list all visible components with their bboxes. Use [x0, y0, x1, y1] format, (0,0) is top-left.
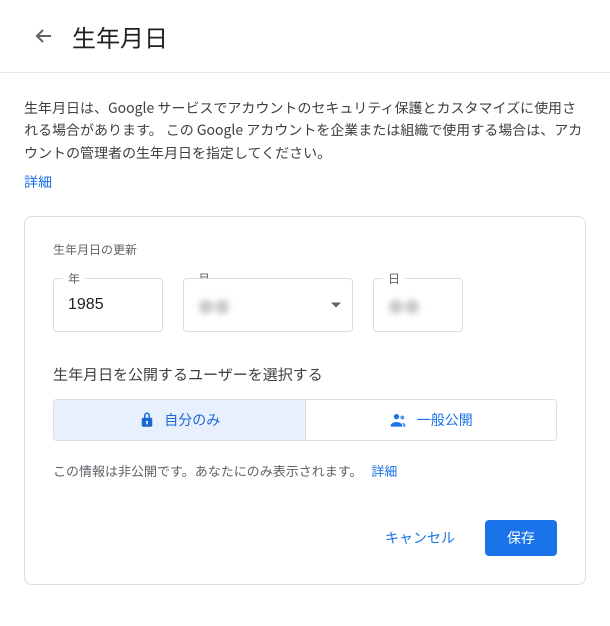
visibility-private-button[interactable]: 自分のみ — [54, 400, 305, 440]
birthday-card: 生年月日の更新 年 月 ●● 日 ●● 生年月日 — [24, 216, 586, 585]
cancel-button[interactable]: キャンセル — [363, 520, 477, 556]
date-fields-row: 年 月 ●● 日 ●● — [53, 278, 557, 332]
content: 生年月日は、Google サービスでアカウントのセキュリティ保護とカスタマイズに… — [0, 73, 610, 609]
people-icon — [389, 410, 409, 430]
description-text: 生年月日は、Google サービスでアカウントのセキュリティ保護とカスタマイズに… — [24, 97, 586, 164]
visibility-heading: 生年月日を公開するユーザーを選択する — [53, 364, 557, 385]
visibility-toggle-group: 自分のみ 一般公開 — [53, 399, 557, 441]
visibility-public-button[interactable]: 一般公開 — [305, 400, 557, 440]
action-buttons: キャンセル 保存 — [53, 520, 557, 556]
day-value-redacted: ●● — [374, 279, 462, 333]
day-input[interactable]: ●● — [373, 278, 463, 332]
save-button[interactable]: 保存 — [485, 520, 557, 556]
page-header: 生年月日 — [0, 0, 610, 73]
year-field: 年 — [53, 278, 163, 332]
day-field: 日 ●● — [373, 278, 463, 332]
visibility-private-label: 自分のみ — [164, 410, 220, 430]
month-field: 月 ●● — [183, 278, 353, 332]
month-value-redacted: ●● — [184, 279, 352, 333]
card-subtitle: 生年月日の更新 — [53, 241, 557, 258]
back-button[interactable] — [24, 16, 64, 56]
privacy-note: この情報は非公開です。あなたにのみ表示されます。 詳細 — [53, 461, 557, 480]
learn-more-link[interactable]: 詳細 — [24, 172, 52, 192]
year-label: 年 — [63, 270, 85, 287]
month-select[interactable]: ●● — [183, 278, 353, 332]
privacy-learn-more-link[interactable]: 詳細 — [371, 461, 397, 480]
visibility-public-label: 一般公開 — [417, 410, 473, 430]
lock-icon — [138, 411, 156, 429]
arrow-back-icon — [32, 24, 56, 48]
page-title: 生年月日 — [72, 19, 168, 54]
privacy-note-text: この情報は非公開です。あなたにのみ表示されます。 — [53, 461, 362, 480]
